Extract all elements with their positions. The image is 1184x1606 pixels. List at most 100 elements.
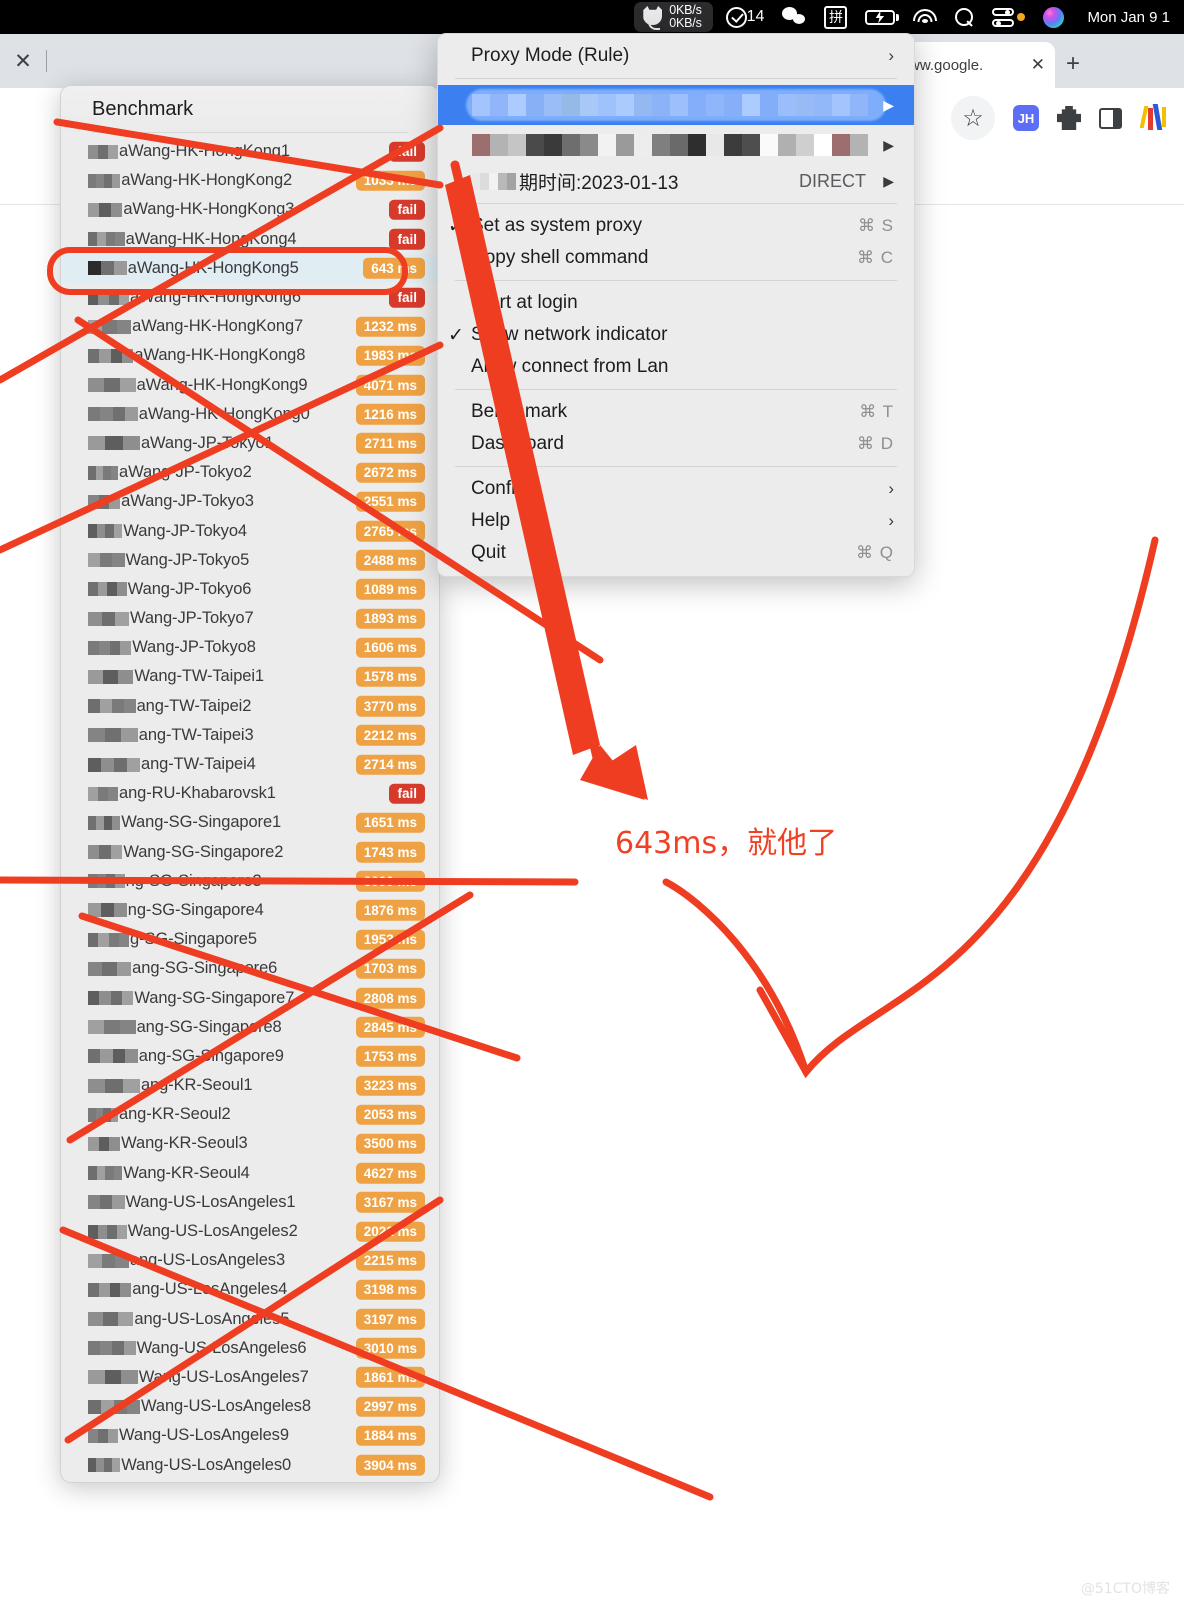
redacted-prefix <box>88 1224 127 1239</box>
menu-item-show-network-indicator[interactable]: ✓ Show network indicator <box>438 319 914 351</box>
benchmark-row[interactable]: ang-SG-Singapore6 1703 ms <box>61 954 439 983</box>
latency-badge: 2215 ms <box>355 1250 425 1271</box>
benchmark-row[interactable]: Wang-SG-Singapore7 2808 ms <box>61 983 439 1012</box>
window-close-icon[interactable]: ✕ <box>8 46 38 76</box>
benchmark-row[interactable]: ng-SG-Singapore4 1876 ms <box>61 896 439 925</box>
benchmark-row[interactable]: ang-KR-Seoul2 2053 ms <box>61 1100 439 1129</box>
benchmark-row[interactable]: ang-TW-Taipei3 2212 ms <box>61 721 439 750</box>
benchmark-row[interactable]: Wang-JP-Tokyo5 2488 ms <box>61 546 439 575</box>
benchmark-row[interactable]: aWang-HK-HongKong2 1033 ms <box>61 166 439 195</box>
benchmark-row[interactable]: Wang-KR-Seoul4 4627 ms <box>61 1159 439 1188</box>
benchmark-row[interactable]: ang-US-LosAngeles3 2215 ms <box>61 1246 439 1275</box>
chrome-tab-google[interactable]: ww.google. ✕ <box>895 42 1055 88</box>
benchmark-row[interactable]: Wang-SG-Singapore2 1743 ms <box>61 838 439 867</box>
benchmark-row[interactable]: Wang-US-LosAngeles7 1861 ms <box>61 1363 439 1392</box>
menubar-item-wifi[interactable] <box>904 2 946 32</box>
keyboard-shortcut: ⌘ C <box>857 248 894 267</box>
menu-item-start-at-login[interactable]: Start at login <box>438 287 914 319</box>
menu-item-label: Dashboard <box>471 433 564 454</box>
benchmark-row[interactable]: Wang-US-LosAngeles0 3904 ms <box>61 1450 439 1479</box>
chevron-right-icon: › <box>888 46 894 65</box>
benchmark-row[interactable]: aWang-HK-HongKong4 fail <box>61 225 439 254</box>
benchmark-row[interactable]: Wang-KR-Seoul3 3500 ms <box>61 1129 439 1158</box>
redacted-prefix <box>88 319 132 334</box>
benchmark-row[interactable]: ang-SG-Singapore8 2845 ms <box>61 1013 439 1042</box>
menu-item-quit[interactable]: Quit ⌘ Q <box>438 537 914 569</box>
benchmark-row[interactable]: Wang-JP-Tokyo6 1089 ms <box>61 575 439 604</box>
clashx-menubar-item[interactable]: 0KB/s 0KB/s <box>634 2 713 32</box>
benchmark-row[interactable]: ang-TW-Taipei4 2714 ms <box>61 750 439 779</box>
redacted-prefix <box>88 874 125 889</box>
menubar-item-wechat[interactable] <box>773 2 815 32</box>
benchmark-row[interactable]: aWang-HK-HongKong0 1216 ms <box>61 400 439 429</box>
latency-badge: 2845 ms <box>355 1016 425 1038</box>
menu-item-help[interactable]: Help › <box>438 505 914 537</box>
benchmark-row[interactable]: aWang-JP-Tokyo1 2711 ms <box>61 429 439 458</box>
latency-badge: 3167 ms <box>355 1192 425 1213</box>
benchmark-row[interactable]: aWang-HK-HongKong8 1983 ms <box>61 341 439 370</box>
control-center-icon <box>992 7 1015 27</box>
benchmark-row[interactable]: g-SG-Singapore5 1953 ms <box>61 925 439 954</box>
menubar-item-tasks[interactable]: 14 <box>717 2 774 32</box>
menu-item-proxy-mode: DIRECT <box>799 170 866 191</box>
benchmark-row[interactable]: Wang-JP-Tokyo8 1606 ms <box>61 633 439 662</box>
benchmark-row[interactable]: aWang-HK-HongKong5 643 ms <box>61 253 439 283</box>
menu-item-proxy-group[interactable]: ▶ <box>438 125 914 165</box>
benchmark-row[interactable]: ang-US-LosAngeles5 3197 ms <box>61 1305 439 1334</box>
proxy-name: Wang-KR-Seoul4 <box>123 1163 250 1182</box>
bookmark-star-icon[interactable]: ☆ <box>951 96 995 140</box>
benchmark-row[interactable]: aWang-HK-HongKong3 fail <box>61 195 439 224</box>
benchmark-row[interactable]: aWang-HK-HongKong7 1232 ms <box>61 312 439 341</box>
benchmark-row[interactable]: Wang-US-LosAngeles6 3010 ms <box>61 1334 439 1363</box>
menu-item-proxy-mode-rule[interactable]: Proxy Mode (Rule) › <box>438 40 914 72</box>
latency-badge: 3197 ms <box>355 1308 425 1330</box>
benchmark-row[interactable]: ng-SG-Singapore3 3090 ms <box>61 867 439 896</box>
benchmark-row[interactable]: Wang-US-LosAngeles1 3167 ms <box>61 1188 439 1217</box>
puzzle-extensions-icon[interactable] <box>1057 106 1081 130</box>
benchmark-row[interactable]: Wang-SG-Singapore1 1651 ms <box>61 808 439 837</box>
menubar-clock[interactable]: Mon Jan 9 1 <box>1073 9 1180 26</box>
benchmark-row[interactable]: aWang-JP-Tokyo2 2672 ms <box>61 458 439 487</box>
benchmark-row[interactable]: Wang-US-LosAngeles9 1884 ms <box>61 1421 439 1450</box>
side-panel-icon[interactable] <box>1099 107 1122 129</box>
benchmark-row[interactable]: aWang-JP-Tokyo3 2551 ms <box>61 487 439 516</box>
benchmark-row[interactable]: aWang-HK-HongKong1 fail <box>61 137 439 166</box>
menu-item-set-as-system-proxy[interactable]: ✓ Set as system proxy ⌘ S <box>438 210 914 242</box>
benchmark-row[interactable]: Wang-US-LosAngeles8 2997 ms <box>61 1392 439 1421</box>
benchmark-row[interactable]: ang-TW-Taipei2 3770 ms <box>61 692 439 721</box>
redacted-prefix <box>88 961 132 976</box>
benchmark-window: Benchmark aWang-HK-HongKong1 fail aWang-HK… <box>60 85 440 1483</box>
new-tab-button[interactable]: + <box>1066 52 1080 76</box>
menubar-item-input-method[interactable]: 拼 <box>815 2 856 32</box>
benchmark-row[interactable]: ang-SG-Singapore9 1753 ms <box>61 1042 439 1071</box>
benchmark-row[interactable]: aWang-HK-HongKong9 4071 ms <box>61 371 439 400</box>
menubar-item-control-center[interactable] <box>983 2 1034 32</box>
latency-badge: 3090 ms <box>355 871 425 892</box>
proxy-name: Wang-JP-Tokyo4 <box>123 521 247 540</box>
menu-item-dashboard[interactable]: Dashboard ⌘ D <box>438 428 914 460</box>
chevron-right-icon: › <box>888 479 894 498</box>
profile-avatar-icon[interactable] <box>1140 104 1170 132</box>
benchmark-row[interactable]: Wang-JP-Tokyo7 1893 ms <box>61 604 439 633</box>
menubar-item-spotlight[interactable] <box>946 2 983 32</box>
benchmark-row[interactable]: ang-US-LosAngeles4 3198 ms <box>61 1275 439 1304</box>
menu-item-allow-connect-from-lan[interactable]: Allow connect from Lan <box>438 351 914 383</box>
benchmark-row[interactable]: ang-KR-Seoul1 3223 ms <box>61 1071 439 1100</box>
menu-item-benchmark[interactable]: Benchmark ⌘ T <box>438 396 914 428</box>
benchmark-row[interactable]: aWang-HK-HongKong6 fail <box>61 283 439 312</box>
menu-item-copy-shell-command[interactable]: Copy shell command ⌘ C <box>438 242 914 274</box>
proxy-name: Wang-JP-Tokyo8 <box>132 638 256 657</box>
menubar-item-battery[interactable] <box>856 2 904 32</box>
benchmark-row[interactable]: Wang-JP-Tokyo4 2765 ms <box>61 516 439 545</box>
menu-item-config[interactable]: Config › <box>438 473 914 505</box>
extension-jh-icon[interactable]: JH <box>1013 105 1039 131</box>
latency-badge: 3500 ms <box>355 1133 425 1155</box>
benchmark-row[interactable]: ang-RU-Khabarovsk1 fail <box>61 779 439 808</box>
menubar-item-siri[interactable] <box>1034 2 1073 32</box>
tab-close-icon[interactable]: ✕ <box>1031 55 1045 75</box>
menu-item-2023-01-13[interactable]: 期时间:2023-01-13 DIRECT ▶ <box>438 165 914 197</box>
menu-item-selected-proxy-group[interactable]: ▶ <box>438 85 914 125</box>
benchmark-row[interactable]: Wang-TW-Taipei1 1578 ms <box>61 662 439 691</box>
benchmark-row[interactable]: Wang-US-LosAngeles2 2021 ms <box>61 1217 439 1246</box>
proxy-name: aWang-JP-Tokyo1 <box>140 433 274 452</box>
